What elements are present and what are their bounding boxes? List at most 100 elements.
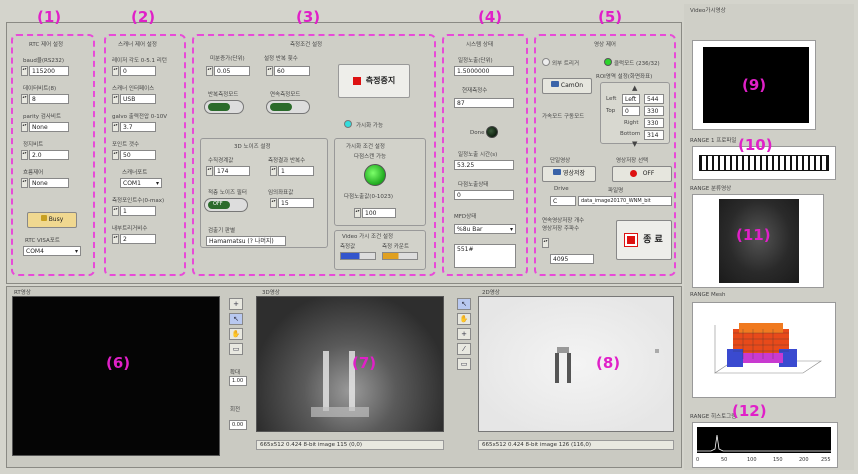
roi-left-field[interactable]: Left (622, 94, 640, 104)
points-spinner[interactable]: ▴▾ (112, 150, 119, 160)
galvo-spinner[interactable]: ▴▾ (112, 122, 119, 132)
roi-bottom-label: Bottom (620, 131, 641, 137)
repeat-mode-label: 반복측정모드 (208, 92, 239, 98)
r11-title: RANGE 분류영상 (690, 186, 732, 192)
interface-field[interactable]: USB (120, 94, 156, 104)
zoom-tool-icon[interactable]: + (229, 298, 243, 310)
roi-down-icon[interactable]: ▼ (632, 140, 637, 148)
flow-field[interactable]: None (29, 178, 69, 188)
continuous-mode-toggle[interactable] (266, 100, 310, 114)
repeat-field[interactable]: 60 (274, 66, 310, 76)
zoom-field[interactable]: 1.00 (229, 376, 247, 386)
parity-spinner[interactable]: ▴▾ (21, 122, 28, 132)
exposure-unit-field: 1.5000000 (454, 66, 514, 76)
pan-tool-icon[interactable]: ✋ (457, 313, 471, 325)
meas-points-spinner[interactable]: ▴▾ (112, 206, 119, 216)
trigger-field[interactable]: 2 (120, 234, 156, 244)
cap-field[interactable]: 4095 (550, 254, 594, 264)
vert-field[interactable]: 174 (214, 166, 250, 176)
result-repeat-spinner[interactable]: ▴▾ (270, 166, 277, 176)
marker-1: (1) (37, 8, 62, 26)
databits-spinner[interactable]: ▴▾ (21, 94, 28, 104)
panel5-title: 영상 제어 (594, 42, 616, 48)
coord-field[interactable]: 15 (278, 198, 314, 208)
busy-button[interactable]: Busy (27, 212, 77, 228)
roi-w-field[interactable]: 544 (644, 94, 664, 104)
repeat-label: 설정 반복 횟수 (264, 56, 298, 62)
meas-points-field[interactable]: 1 (120, 206, 156, 216)
roi-bottom-field[interactable]: 314 (644, 130, 664, 140)
scanner-port-label: 스캐너포트 (122, 170, 148, 176)
points-field[interactable]: 50 (120, 150, 156, 160)
interface-spinner[interactable]: ▴▾ (112, 94, 119, 104)
laser-angle-spinner[interactable]: ▴▾ (112, 66, 119, 76)
hist-tick-0: 0 (696, 457, 700, 463)
stop-measure-button[interactable]: 측정중지 (338, 64, 410, 98)
rotate-field[interactable]: 0.00 (229, 420, 247, 430)
mfd-select[interactable]: %8u Bar ▾ (454, 224, 516, 234)
video-a-slider[interactable] (340, 252, 376, 260)
step-spinner[interactable]: ▴▾ (206, 66, 213, 76)
range-histogram-view[interactable]: 0 50 100 150 200 255 (692, 422, 838, 468)
trigger-spinner[interactable]: ▴▾ (112, 234, 119, 244)
save-image-button[interactable]: 영상저장 (542, 166, 596, 182)
stopbits-spinner[interactable]: ▴▾ (21, 150, 28, 160)
result-repeat-label: 측정결과 반복수 (268, 158, 306, 164)
drive-field[interactable]: C (550, 196, 576, 206)
parity-field[interactable]: None (29, 122, 69, 132)
stopbits-field[interactable]: 2.0 (29, 150, 69, 160)
galvo-field[interactable]: 3.7 (120, 122, 156, 132)
repeat-spinner[interactable]: ▴▾ (266, 66, 273, 76)
roi-h-field[interactable]: 330 (644, 106, 664, 116)
file-label: 파일명 (608, 188, 624, 194)
step-field[interactable]: 0.05 (214, 66, 250, 76)
vert-spinner[interactable]: ▴▾ (206, 166, 213, 176)
range-mesh-view[interactable] (692, 302, 836, 398)
video-b-slider[interactable] (382, 252, 418, 260)
pan-tool-icon[interactable]: ✋ (229, 328, 243, 340)
exit-button[interactable]: 종 료 (616, 220, 672, 260)
multi-exp-label: 다점노출상태 (458, 182, 489, 188)
save-toggle-button[interactable]: OFF (612, 166, 672, 182)
video-title: Video 가시 조건 설정 (342, 234, 394, 240)
line-tool-icon[interactable]: ⁄ (457, 343, 471, 355)
visa-port-select[interactable]: COM4 ▾ (23, 246, 81, 256)
file-field[interactable]: data_image20170_WNM_bit (578, 196, 672, 206)
clock-mode-radio[interactable] (604, 58, 612, 66)
r12-title: RANGE 히스토그램 (690, 414, 737, 420)
databits-field[interactable]: 8 (29, 94, 69, 104)
panel-rtc-settings: RTC 제어 설정 baud율(RS232) ▴▾ 115200 데이터비트(8… (11, 34, 95, 276)
roi-right-field[interactable]: 330 (644, 118, 664, 128)
ext-trigger-radio[interactable] (542, 58, 550, 66)
detector-field[interactable]: Hamamatsu (? 나머지) (206, 236, 286, 246)
baud-field[interactable]: 115200 (29, 66, 69, 76)
panel-measurement: 측정조건 설정 미분증가(단위) ▴▾ 0.05 설정 반복 횟수 ▴▾ 60 … (192, 34, 436, 276)
2d-image-view[interactable] (478, 296, 674, 432)
cam-on-button[interactable]: CamOn (542, 78, 592, 94)
noise-filter-toggle[interactable]: OFF (204, 198, 248, 212)
select-tool-icon[interactable]: ↖ (229, 313, 243, 325)
select-tool-icon[interactable]: ↖ (457, 298, 471, 310)
exposure-field[interactable]: 100 (362, 208, 396, 218)
roi-top-field[interactable]: 0 (622, 106, 640, 116)
laser-angle-field[interactable]: 0 (120, 66, 156, 76)
rect-tool-icon[interactable]: ▭ (229, 343, 243, 355)
cap-spinner[interactable]: ▴▾ (542, 238, 549, 248)
roi-up-icon[interactable]: ▲ (632, 84, 637, 92)
exposure-spinner[interactable]: ▴▾ (354, 208, 361, 218)
marker-12: (12) (732, 402, 767, 420)
rect-tool-icon[interactable]: ▭ (457, 358, 471, 370)
marker-4: (4) (478, 8, 503, 26)
repeat-mode-toggle[interactable] (204, 100, 244, 114)
3d-image-view[interactable] (256, 296, 444, 432)
chevron-down-icon: ▾ (155, 180, 159, 187)
rt-image-view[interactable] (12, 296, 220, 456)
flow-spinner[interactable]: ▴▾ (21, 178, 28, 188)
coord-spinner[interactable]: ▴▾ (270, 198, 277, 208)
zoom-tool-icon[interactable]: + (457, 328, 471, 340)
object-mark (555, 353, 559, 383)
result-repeat-field[interactable]: 1 (278, 166, 314, 176)
baud-spinner[interactable]: ▴▾ (21, 66, 28, 76)
scanner-port-select[interactable]: COM1 ▾ (120, 178, 162, 188)
video-a-label: 측정값 (340, 244, 356, 250)
